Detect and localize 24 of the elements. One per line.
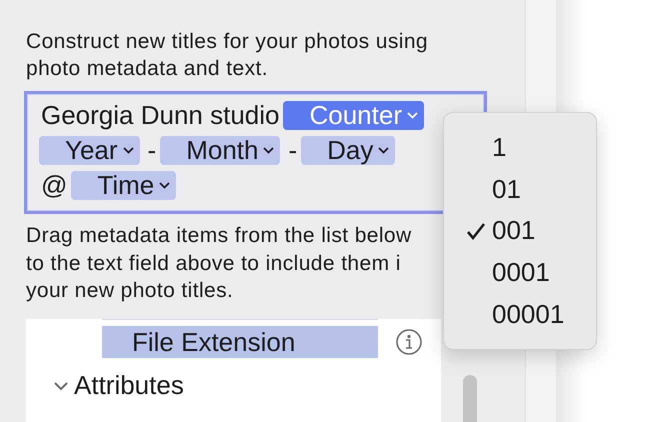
metadata-token[interactable]: Time [71, 171, 176, 200]
field-text: - [287, 136, 298, 165]
checkmark-icon [466, 222, 486, 240]
field-text: @ [40, 171, 68, 200]
field-text: - [146, 136, 158, 165]
metadata-token[interactable]: Month [160, 136, 280, 165]
title-format-field[interactable]: Georgia Dunn studio Counter Year - Month - Day @ Time [24, 91, 487, 214]
chevron-down-icon [378, 147, 390, 154]
description-text: Construct new titles for your photos using photo metadata and text. [26, 29, 429, 82]
chevron-down-icon [263, 147, 274, 154]
chevron-down-icon [406, 112, 418, 119]
help-text: Drag metadata items from the list below to the text field above to include them i your new photo titles. [26, 223, 412, 304]
list-item[interactable]: File Extension [102, 326, 378, 358]
menu-item[interactable]: 0001 [444, 252, 596, 294]
metadata-token[interactable]: Counter [283, 101, 424, 130]
chevron-down-icon [159, 182, 170, 189]
scrollbar-thumb[interactable] [463, 375, 477, 422]
field-text: Georgia Dunn studio [40, 101, 280, 130]
metadata-token[interactable]: Day [301, 136, 396, 165]
group-header[interactable]: Attributes [52, 370, 184, 401]
metadata-token[interactable]: Year [39, 136, 140, 165]
menu-item[interactable]: 00001 [444, 293, 596, 335]
chevron-down-icon [122, 147, 134, 154]
info-icon[interactable] [395, 328, 423, 356]
